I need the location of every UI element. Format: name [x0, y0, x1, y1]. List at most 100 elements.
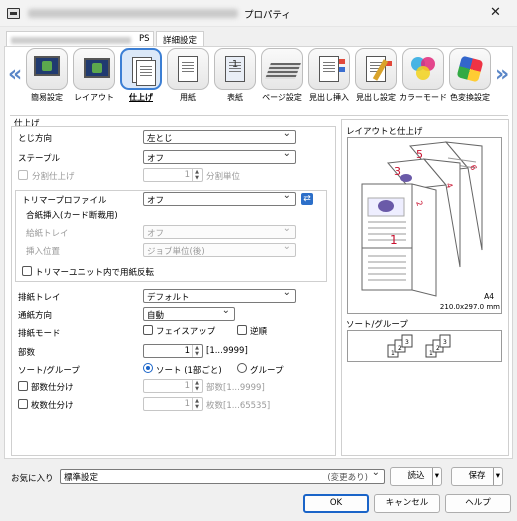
copies-range: [1...9999] [206, 346, 248, 356]
reverse-order-label: 逆順 [250, 327, 268, 337]
sort-preview-frame: 1 2 3 1 2 3 [347, 330, 502, 362]
sheet-separation-stepper[interactable]: 1 ▲ ▼ [143, 397, 203, 411]
staple-label: ステープル [18, 154, 60, 164]
finishing-preview-graphic: 5 6 3 4 1 2 A4 210.0x297.0 mm [361, 141, 500, 311]
layout-preview-frame: 5 6 3 4 1 2 A4 210.0x297.0 mm [347, 137, 502, 314]
sort-set-1: 1 2 3 [387, 334, 413, 358]
nav-right-arrow-icon[interactable]: » [495, 62, 509, 87]
trimmer-profile-label: トリマープロファイル [22, 196, 107, 206]
sort-2-page-3: 3 [443, 339, 447, 346]
group-radio-label: グループ [250, 366, 284, 376]
cover-icon: 1 [214, 48, 256, 90]
output-mode-label: 排紙モード [18, 329, 61, 339]
printer-name-redacted [28, 9, 238, 18]
sheet-separation-checkbox[interactable] [18, 399, 28, 409]
preview-title: レイアウトと仕上げ [346, 127, 423, 137]
sort-preview-title: ソート/グループ [346, 320, 408, 330]
feed-tray-dropdown[interactable]: オフ [143, 223, 296, 239]
save-menu-icon[interactable]: ▾ [492, 468, 500, 485]
binding-direction-dropdown[interactable]: 左とじ [143, 128, 296, 144]
save-label: 保存 [468, 471, 486, 481]
split-finishing-label: 分割仕上げ [32, 172, 75, 182]
favorites-changed: (変更あり) [327, 473, 368, 483]
sort-group-label: ソート/グループ [18, 366, 80, 376]
output-tray-dropdown[interactable]: デフォルト [143, 287, 296, 303]
split-unit-stepper[interactable]: 1 ▲ ▼ [143, 168, 203, 182]
preview-sheet-front: 1 2 [361, 183, 437, 297]
color-mode-icon [402, 48, 444, 90]
page-setup-icon [261, 48, 303, 90]
color-conversion-icon [449, 48, 491, 90]
sheet-separation-range: 枚数[1...65535] [206, 401, 271, 411]
ok-button[interactable]: OK [303, 494, 369, 513]
preview-page-3: 3 [394, 165, 401, 178]
paper-size-label: A4 [484, 292, 494, 301]
sheet-separation-label: 枚数仕分け [31, 401, 74, 411]
sort-1-page-3: 3 [405, 339, 409, 346]
load-menu-icon[interactable]: ▾ [431, 468, 439, 485]
copy-separation-label: 部数仕分け [31, 383, 74, 393]
insert-position-dropdown[interactable]: ジョブ単位(後) [143, 241, 296, 257]
sort-radio-label: ソート (1部ごと) [156, 366, 222, 376]
help-button[interactable]: ヘルプ [445, 494, 511, 513]
output-tray-label: 排紙トレイ [18, 293, 61, 303]
nav-item-color-conversion[interactable]: 色変換設定 [446, 48, 494, 103]
trimmer-profile-dropdown[interactable]: オフ [143, 190, 296, 206]
sort-2-page-1: 1 [429, 350, 433, 357]
paper-direction-label: 通紙方向 [18, 311, 53, 321]
window-title: プロパティ [244, 10, 291, 21]
tab-printer[interactable]: PS [6, 31, 154, 47]
sheet-insert-title: 合紙挿入(カード断裁用) [26, 211, 118, 221]
save-button[interactable]: 保存 ▾ [451, 467, 503, 486]
favorites-dropdown[interactable]: 標準設定 (変更あり) [60, 467, 385, 484]
face-up-label: フェイスアップ [156, 327, 216, 337]
load-label: 読込 [407, 471, 425, 481]
sort-preview-graphic: 1 2 3 1 2 3 [387, 334, 451, 358]
sort-1-page-1: 1 [391, 350, 395, 357]
load-button[interactable]: 読込 ▾ [390, 467, 442, 486]
quick-setup-icon [26, 48, 68, 90]
refresh-icon[interactable]: ⇄ [301, 193, 313, 205]
split-finishing-checkbox[interactable] [18, 170, 28, 180]
feed-tray-label: 給紙トレイ [26, 229, 69, 239]
tab-settings-icon [355, 48, 397, 90]
staple-dropdown[interactable]: オフ [143, 148, 296, 164]
copies-stepper[interactable]: 1 ▲ ▼ [143, 344, 203, 358]
tab-advanced[interactable]: 詳細設定 [156, 31, 205, 47]
close-icon[interactable]: ✕ [490, 5, 501, 20]
paper-dimensions-label: 210.0x297.0 mm [440, 303, 500, 311]
title-bar: プロパティ ✕ [0, 0, 517, 27]
sort-radio[interactable] [143, 363, 153, 373]
divider [10, 115, 508, 116]
finishing-icon [120, 48, 162, 90]
paper-direction-dropdown[interactable]: 自動 [143, 305, 235, 321]
reverse-order-checkbox[interactable] [237, 325, 247, 335]
copies-value: 1 [184, 346, 190, 356]
cover-page-number: 1 [231, 59, 239, 70]
copy-separation-value: 1 [184, 381, 190, 391]
binding-direction-label: とじ方向 [18, 134, 53, 144]
tab-insert-icon [308, 48, 350, 90]
printer-app-icon [7, 8, 20, 19]
sheet-separation-value: 1 [184, 399, 190, 409]
paper-icon [167, 48, 209, 90]
trimmer-reverse-checkbox[interactable] [22, 266, 32, 276]
sort-1-page-2: 2 [398, 345, 402, 352]
favorites-value: 標準設定 [64, 473, 99, 483]
group-radio[interactable] [237, 363, 247, 373]
sort-set-2: 1 2 3 [425, 334, 451, 358]
layout-icon [73, 48, 115, 90]
preview-page-1: 1 [390, 233, 398, 247]
nav-left-arrow-icon[interactable]: « [8, 62, 22, 87]
split-unit-value: 1 [184, 170, 190, 180]
sort-2-page-2: 2 [436, 345, 440, 352]
split-unit-label: 分割単位 [206, 172, 241, 182]
cancel-button[interactable]: キャンセル [374, 494, 440, 513]
copy-separation-stepper[interactable]: 1 ▲ ▼ [143, 379, 203, 393]
copy-separation-checkbox[interactable] [18, 381, 28, 391]
tab-printer-suffix: PS [139, 34, 150, 44]
face-up-checkbox[interactable] [143, 325, 153, 335]
trimmer-reverse-label: トリマーユニット内で用紙反転 [35, 268, 155, 278]
copy-separation-range: 部数[1...9999] [206, 383, 265, 393]
favorites-label: お気に入り [11, 474, 54, 484]
